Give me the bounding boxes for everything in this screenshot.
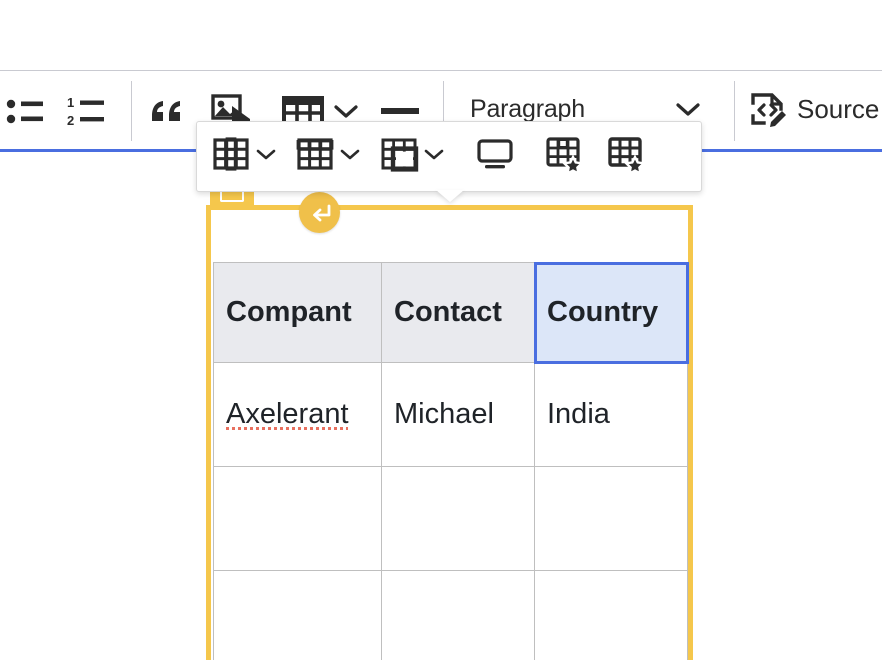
chevron-down-icon [423,147,445,166]
column-button-group [211,131,281,183]
misspelled-word: Axelerant [226,398,349,430]
drag-handle-icon [220,192,244,202]
cell-properties-button[interactable] [541,131,589,183]
table-properties-icon [607,134,647,179]
caption-button[interactable] [471,131,519,183]
table-container: Compant Contact Country Axelerant Michae… [213,261,689,660]
paragraph-style-label: Paragraph [470,94,585,123]
merge-cells-button[interactable] [379,131,419,183]
table-cell-properties-icon [545,134,585,179]
chevron-down-icon [674,100,702,118]
source-button-label: Source [797,93,880,124]
table-balloon-toolbar [196,121,702,192]
bulleted-list-icon [4,94,48,128]
table-row: Axelerant Michael India [213,362,688,467]
return-arrow-icon [308,202,332,224]
column-button[interactable] [211,131,251,183]
row-button[interactable] [295,131,335,183]
editor-page: 1 2 Paragraph Source Compant Contact Cou… [0,0,882,660]
column-dropdown-chevron[interactable] [251,147,281,166]
table-row [213,466,688,571]
chevron-down-icon [255,147,277,166]
table-header-row: Compant Contact Country [213,261,689,364]
table-row [213,570,688,660]
toolbar-button-block-quote[interactable] [144,85,192,137]
table-merge-cells-icon [379,134,419,179]
chevron-down-icon [333,103,359,119]
toolbar-button-bulleted-list[interactable] [0,85,52,137]
table-cell[interactable] [381,570,535,660]
svg-text:2: 2 [67,113,74,128]
table-header-cell-selected[interactable]: Country [533,261,689,364]
numbered-list-icon: 1 2 [65,93,113,129]
toolbar-button-numbered-list[interactable]: 1 2 [62,85,116,137]
source-button[interactable]: Source [748,84,879,134]
horizontal-line-icon [378,100,422,122]
table-properties-button[interactable] [603,131,651,183]
toolbar-divider-3 [734,81,735,141]
table-header-cell[interactable]: Contact [381,262,535,363]
row-dropdown-chevron[interactable] [335,147,365,166]
insert-paragraph-button[interactable] [299,192,340,233]
table-cell[interactable] [534,570,688,660]
content-table: Compant Contact Country Axelerant Michae… [213,261,689,660]
row-button-group [295,131,365,183]
table-column-icon [211,134,251,179]
table-cell[interactable] [534,466,688,571]
source-code-edit-icon [748,89,788,129]
table-cell[interactable]: India [534,362,688,467]
table-cell[interactable] [213,466,382,571]
top-blank-area [0,0,882,70]
table-caption-icon [475,134,515,179]
table-cell[interactable]: Axelerant [213,362,382,467]
balloon-toolbar-tail [436,190,464,202]
table-cell[interactable] [381,466,535,571]
table-cell[interactable]: Michael [381,362,535,467]
toolbar-divider-1 [131,81,132,141]
block-quote-icon [148,94,188,128]
svg-text:1: 1 [67,95,74,110]
chevron-down-icon [339,147,361,166]
table-row-icon [295,134,335,179]
table-header-cell[interactable]: Compant [213,262,382,363]
merge-cells-button-group [379,131,449,183]
merge-cells-dropdown-chevron[interactable] [419,147,449,166]
table-cell[interactable] [213,570,382,660]
